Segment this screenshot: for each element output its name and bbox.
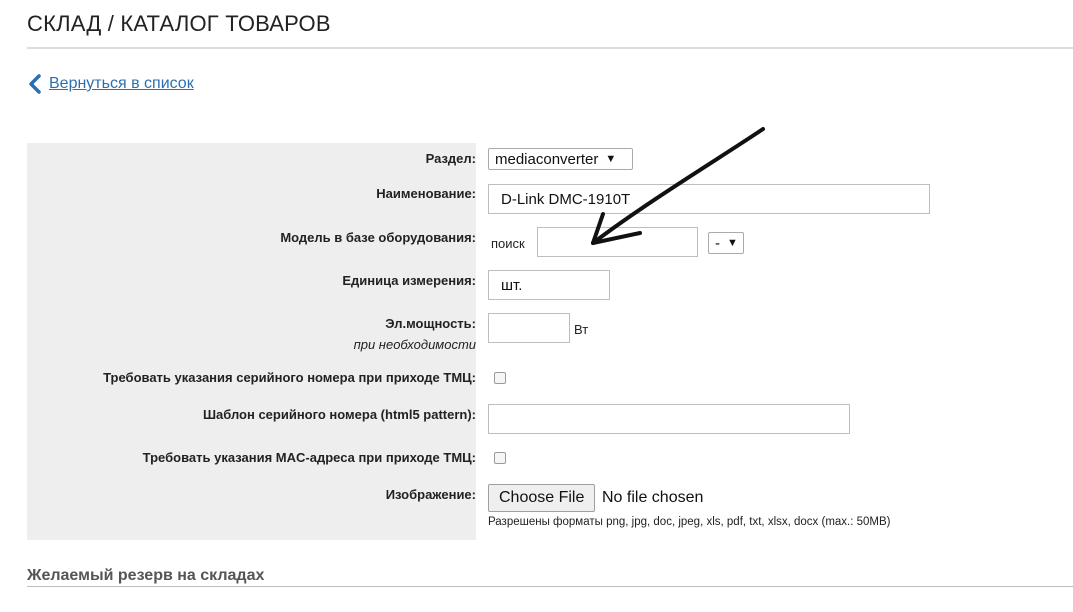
serial-pattern-label: Шаблон серийного номера (html5 pattern): (202, 407, 476, 422)
model-label: Модель в базе оборудования: (280, 230, 476, 245)
back-to-list-link[interactable]: Вернуться в список (27, 74, 194, 94)
unit-input[interactable]: шт. (488, 270, 610, 300)
reserve-section-divider (27, 586, 1073, 587)
section-label: Раздел: (425, 151, 476, 166)
chevron-left-icon (29, 74, 41, 94)
model-search-input[interactable] (537, 227, 698, 257)
serial-pattern-input[interactable] (488, 404, 850, 434)
section-select[interactable]: mediaconverter ▼ (488, 148, 633, 170)
name-input[interactable]: D-Link DMC-1910T (488, 184, 930, 214)
section-select-value: mediaconverter (495, 150, 599, 168)
mac-required-label: Требовать указания MAC-адреса при приход… (142, 450, 476, 465)
unit-label: Единица измерения: (342, 273, 476, 288)
serial-required-label: Требовать указания серийного номера при … (103, 370, 476, 385)
back-link-label: Вернуться в список (49, 75, 194, 92)
file-format-hint: Разрешены форматы png, jpg, doc, jpeg, x… (488, 516, 891, 528)
model-select[interactable]: - ▼ (708, 232, 744, 254)
power-sublabel: при необходимости (353, 337, 476, 352)
page-title: СКЛАД / КАТАЛОГ ТОВАРОВ (27, 11, 331, 36)
dropdown-arrow-icon: ▼ (727, 237, 738, 249)
model-select-value: - (715, 234, 720, 252)
mac-required-checkbox[interactable] (494, 452, 506, 464)
model-search-label: поиск (491, 236, 525, 251)
power-label: Эл.мощность: (385, 316, 476, 331)
file-status: No file chosen (602, 489, 704, 506)
form-label-column: Раздел: Наименование: Модель в базе обор… (27, 143, 476, 540)
name-label: Наименование: (376, 186, 476, 201)
power-unit: Вт (574, 322, 589, 337)
title-divider (27, 47, 1073, 49)
serial-required-checkbox[interactable] (494, 372, 506, 384)
image-label: Изображение: (385, 487, 476, 502)
choose-file-button[interactable]: Choose File (488, 484, 596, 512)
power-input[interactable] (488, 313, 570, 343)
dropdown-arrow-icon: ▼ (605, 153, 617, 165)
reserve-section-title: Желаемый резерв на складах (27, 567, 265, 584)
